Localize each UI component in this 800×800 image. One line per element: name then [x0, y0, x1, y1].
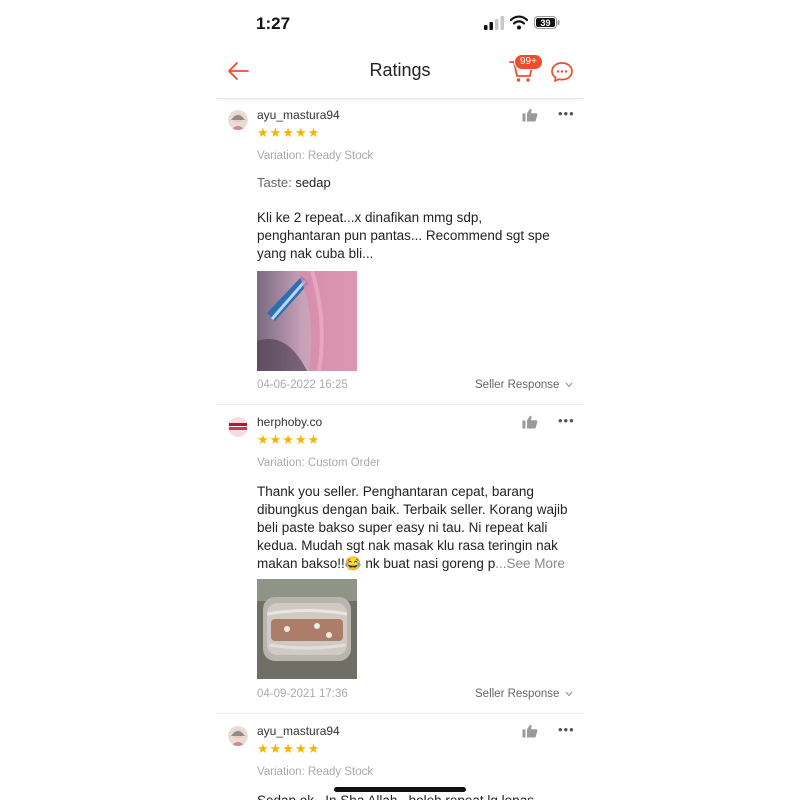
variation-label: Variation: Ready Stock	[257, 766, 374, 778]
review-photo[interactable]	[257, 579, 357, 679]
reviewer-username[interactable]: ayu_mastura94	[257, 724, 340, 738]
review-item: ayu_mastura94 ••• ★★★★★ Variation: Ready…	[216, 98, 584, 405]
review-comment: Kli ke 2 repeat...x dinafikan mmg sdp, p…	[257, 209, 579, 263]
avatar[interactable]	[228, 417, 248, 437]
comment-line-last: makan bakso!!😂 nk buat nasi goreng p...S…	[257, 555, 579, 573]
thumbs-up-icon[interactable]	[522, 108, 538, 122]
comment-line: yang nak cuba bli...	[257, 246, 374, 261]
more-icon[interactable]: •••	[558, 413, 575, 428]
seller-response-label: Seller Response	[475, 379, 560, 391]
comment-text: makan bakso!!😂 nk buat nasi goreng p	[257, 556, 496, 571]
battery-level: 39	[540, 18, 550, 28]
variation-label: Variation: Custom Order	[257, 457, 381, 469]
star-rating: ★★★★★	[257, 432, 321, 447]
seller-response-toggle[interactable]: Seller Response	[475, 379, 573, 391]
top-nav-bar: Ratings 99+	[216, 46, 584, 99]
star-rating: ★★★★★	[257, 741, 321, 756]
status-time: 1:27	[256, 14, 291, 33]
comment-line: Thank you seller. Penghantaran cepat, ba…	[257, 484, 534, 499]
reviewer-username[interactable]: ayu_mastura94	[257, 108, 340, 122]
cart-badge: 99+	[514, 54, 543, 70]
seller-response-toggle[interactable]: Seller Response	[475, 688, 573, 700]
thumbs-up-icon[interactable]	[522, 415, 538, 429]
comment-line: beli paste bakso super easy ni tau. Ni r…	[257, 520, 548, 535]
chevron-down-icon	[565, 691, 573, 697]
more-icon[interactable]: •••	[558, 106, 575, 121]
battery-icon: 39	[534, 16, 560, 29]
home-indicator[interactable]	[334, 787, 466, 792]
review-item: herphoby.co ••• ★★★★★ Variation: Custom …	[216, 405, 584, 714]
star-rating: ★★★★★	[257, 125, 321, 140]
taste-label: Taste:	[257, 175, 292, 190]
cellular-signal-icon	[484, 16, 504, 30]
review-comment: Sedap ok...In Sha Allah...boleh repeat l…	[257, 792, 579, 800]
taste-row: Taste: sedap	[257, 175, 331, 190]
avatar[interactable]	[228, 726, 248, 746]
see-more-link[interactable]: ...See More	[495, 556, 565, 571]
variation-label: Variation: Ready Stock	[257, 150, 374, 162]
thumbs-up-icon[interactable]	[522, 724, 538, 738]
comment-line: kedua. Mudah sgt nak masak klu rasa teri…	[257, 538, 558, 553]
review-photo[interactable]	[257, 271, 357, 371]
status-bar: 1:27 39	[216, 0, 584, 46]
phone-screen: 1:27 39 Ratings 99+ ayu_mastura94 ••• ★★…	[216, 0, 584, 800]
review-date: 04-06-2022 16:25	[257, 379, 348, 391]
comment-line: dibungkus dengan baik. Terbaik seller. K…	[257, 502, 568, 517]
comment-line: Kli ke 2 repeat...x dinafikan mmg sdp,	[257, 210, 483, 225]
avatar[interactable]	[228, 110, 248, 130]
chat-icon[interactable]	[550, 60, 574, 84]
wifi-icon	[510, 15, 528, 30]
more-icon[interactable]: •••	[558, 722, 575, 737]
chevron-down-icon	[565, 382, 573, 388]
review-date: 04-09-2021 17:36	[257, 688, 348, 700]
comment-line: penghantaran pun pantas... Recommend sgt…	[257, 228, 550, 243]
reviewer-username[interactable]: herphoby.co	[257, 415, 322, 429]
taste-value: sedap	[295, 175, 331, 190]
review-comment: Thank you seller. Penghantaran cepat, ba…	[257, 483, 579, 573]
seller-response-label: Seller Response	[475, 688, 560, 700]
